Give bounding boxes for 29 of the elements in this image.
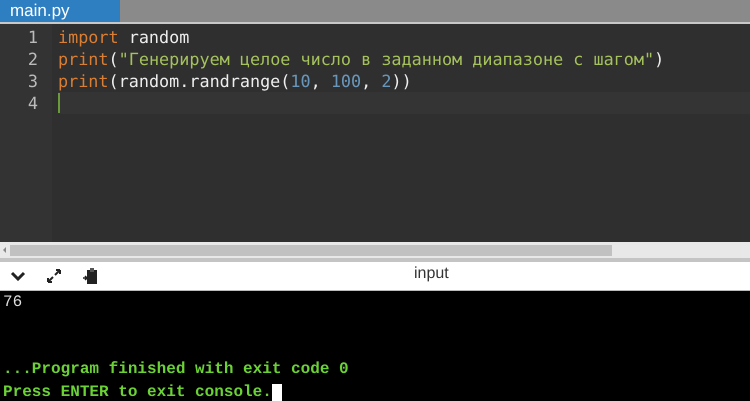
line-number: 1 <box>26 26 39 48</box>
text-cursor <box>58 93 60 113</box>
code-token: 2 <box>381 70 392 92</box>
console-line: ...Program finished with exit code 0 <box>3 359 349 380</box>
line-number: 3 <box>26 70 39 92</box>
code-token: print <box>58 70 109 92</box>
line-number: 2 <box>26 48 39 70</box>
code-token: import <box>58 26 119 48</box>
code-token: 10 <box>290 70 311 92</box>
code-token: random <box>128 26 190 48</box>
code-token: ( <box>108 48 119 70</box>
file-tab[interactable]: main.py <box>0 0 120 22</box>
console-line: 76 <box>3 292 22 313</box>
expand-icon[interactable] <box>45 267 63 285</box>
console-line: Press ENTER to exit console. <box>3 382 272 401</box>
line-number: 4 <box>26 92 39 114</box>
code-token: "Генерируем целое число в заданном диапазоне с шагом" <box>118 48 654 70</box>
console-title: input <box>414 265 449 283</box>
code-token: , <box>310 70 322 92</box>
code-token: print <box>58 48 109 70</box>
code-token: 100 <box>330 70 362 92</box>
code-token: (random.randrange( <box>108 70 290 92</box>
code-token: ) <box>654 48 664 70</box>
code-token: , <box>361 70 372 92</box>
code-token: )) <box>391 70 412 92</box>
chevron-down-icon[interactable] <box>10 270 26 282</box>
clipboard-icon[interactable] <box>82 267 98 285</box>
console-cursor <box>272 384 282 401</box>
scrollbar-thumb[interactable] <box>10 244 612 256</box>
